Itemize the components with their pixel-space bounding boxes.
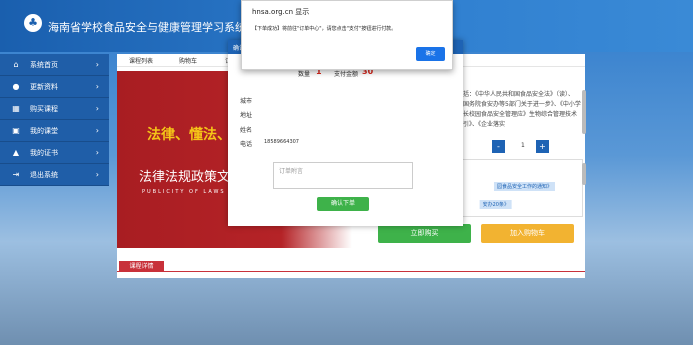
chevron-right-icon: › — [95, 148, 99, 157]
calendar-icon: ▦ — [12, 104, 20, 113]
confirm-order-button[interactable]: 确认下单 — [317, 197, 369, 211]
user-icon: ● — [12, 82, 20, 91]
sidebar-item-my-certificate[interactable]: ▲ 我的证书 › — [0, 142, 109, 164]
phone-label: 电话 — [240, 141, 253, 148]
banner-headline: 法律、懂法、 — [147, 127, 231, 143]
site-title: 海南省学校食品安全与健康管理学习系统 — [48, 21, 246, 34]
chevron-right-icon: › — [95, 126, 99, 135]
related-item[interactable]: 安办20条》 — [479, 200, 512, 209]
sidebar-item-buy-course[interactable]: ▦ 购买课程 › — [0, 98, 109, 120]
browser-alert-dialog: hnsa.org.cn 显示 【下单成功】将前往"订单中心"，请您点击"支付"按… — [241, 0, 453, 70]
logo-people-icon: ♣ — [24, 14, 42, 32]
description-scrollbar[interactable] — [582, 90, 586, 134]
logout-icon: ⇥ — [12, 170, 20, 179]
sidebar: ⌂ 系统首页 › ● 更新资料 › ▦ 购买课程 › ▣ 我的课堂 › ▲ 我的… — [0, 54, 109, 186]
phone-value: 18589664307 — [264, 139, 299, 145]
sidebar-item-my-classroom[interactable]: ▣ 我的课堂 › — [0, 120, 109, 142]
tab-cart[interactable]: 购物车 — [179, 56, 197, 65]
sidebar-item-home[interactable]: ⌂ 系统首页 › — [0, 54, 109, 76]
name-label: 姓名 — [240, 127, 253, 134]
divider — [117, 271, 585, 272]
related-list: 园食品安全工作的通知》 安办20条》 — [459, 159, 583, 217]
banner-title: 法律法规政策文 — [139, 170, 231, 185]
related-scrollbar[interactable] — [582, 163, 586, 185]
address-label: 地址 — [240, 112, 253, 119]
sidebar-item-logout[interactable]: ⇥ 退出系统 › — [0, 164, 109, 186]
alert-title: hnsa.org.cn 显示 — [252, 8, 310, 16]
order-note-textarea[interactable]: 订单附言 — [273, 162, 413, 189]
chevron-right-icon: › — [95, 60, 99, 69]
increase-quantity-button[interactable]: + — [536, 140, 549, 153]
sidebar-item-label: 退出系统 — [30, 170, 58, 179]
home-icon: ⌂ — [13, 60, 19, 69]
total-label: 支付金额 — [334, 71, 359, 78]
decrease-quantity-button[interactable]: - — [492, 140, 505, 153]
quantity-stepper: - 1 + — [492, 140, 576, 154]
play-icon: ▣ — [12, 126, 20, 135]
chevron-right-icon: › — [95, 104, 99, 113]
alert-ok-button[interactable]: 确定 — [416, 47, 445, 61]
course-description: 包括：《中华人民共和国食品安全法》（读）、《国务院食安办等5部门关于进一步》、《… — [457, 91, 581, 128]
alert-message: 【下单成功】将前往"订单中心"，请您点击"支付"按钮进行付款。 — [252, 26, 397, 32]
chevron-right-icon: › — [95, 170, 99, 179]
quantity-label: 数量 — [298, 71, 311, 78]
city-label: 城市 — [240, 98, 253, 105]
sidebar-item-label: 更新资料 — [30, 82, 58, 91]
sidebar-item-label: 我的课堂 — [30, 126, 58, 135]
buy-now-button[interactable]: 立即购买 — [378, 224, 471, 243]
sidebar-item-label: 我的证书 — [30, 148, 58, 157]
related-item[interactable]: 园食品安全工作的通知》 — [493, 182, 555, 191]
sidebar-item-label: 购买课程 — [30, 104, 58, 113]
add-to-cart-button[interactable]: 加入购物车 — [481, 224, 574, 243]
tab-course-list[interactable]: 课程列表 — [129, 56, 153, 65]
graduation-cap-icon: ▲ — [12, 148, 20, 157]
sidebar-item-update-profile[interactable]: ● 更新资料 › — [0, 76, 109, 98]
sidebar-item-label: 系统首页 — [30, 60, 58, 69]
quantity-value: 1 — [521, 142, 525, 149]
chevron-right-icon: › — [95, 82, 99, 91]
